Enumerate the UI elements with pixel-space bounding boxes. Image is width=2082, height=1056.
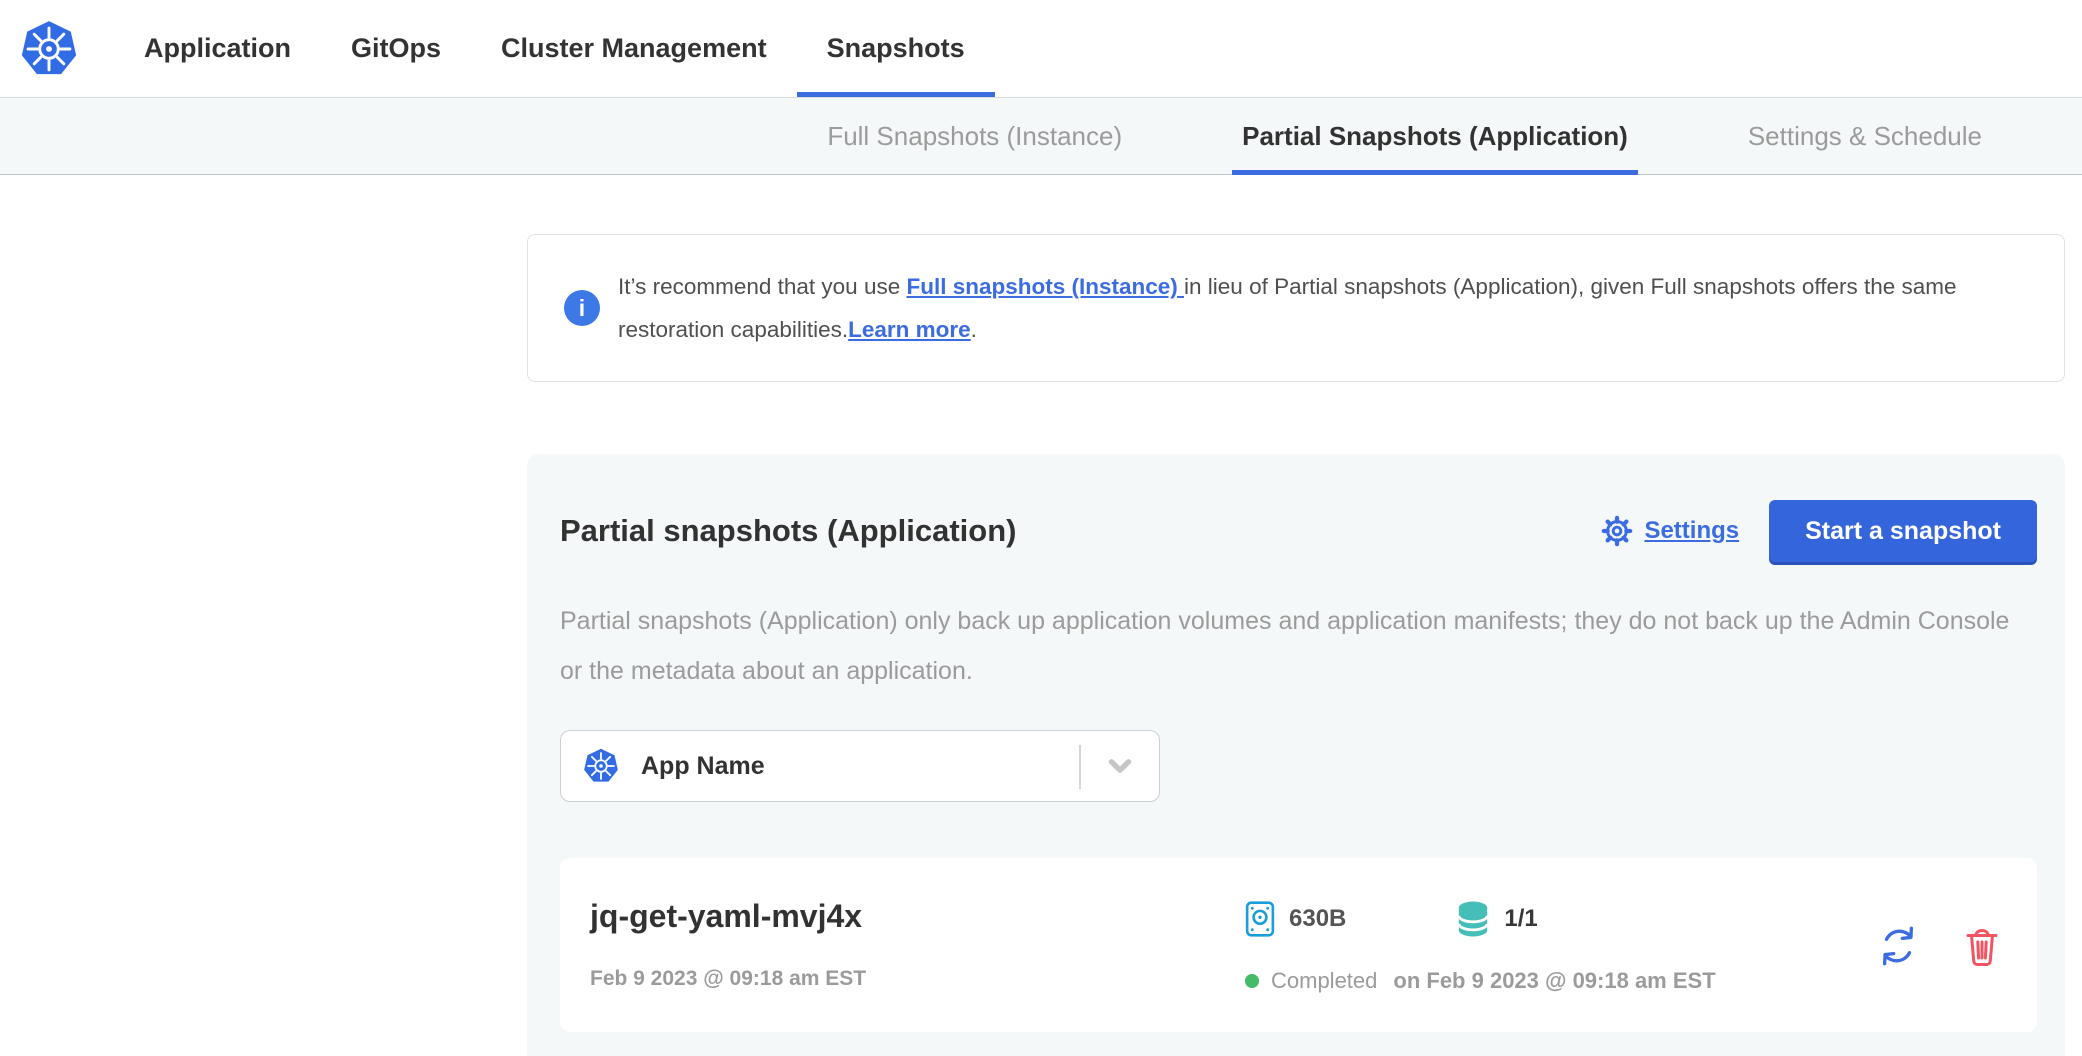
delete-snapshot-button[interactable] xyxy=(1963,925,2001,967)
snapshot-size: 630B xyxy=(1289,905,1346,933)
info-text-end: . xyxy=(971,317,977,342)
panel-description: Partial snapshots (Application) only bac… xyxy=(560,596,2037,696)
snapshot-finished-at: on Feb 9 2023 @ 09:18 am EST xyxy=(1393,968,1715,994)
snapshot-volumes-stat: 1/1 xyxy=(1456,900,1537,938)
app-name-dropdown[interactable]: App Name xyxy=(560,730,1160,802)
sub-tab-bar: Full Snapshots (Instance) Partial Snapsh… xyxy=(0,97,2082,175)
tab-full-snapshots[interactable]: Full Snapshots (Instance) xyxy=(817,98,1132,174)
snapshot-row: jq-get-yaml-mvj4x Feb 9 2023 @ 09:18 am … xyxy=(560,858,2037,1032)
page: Application GitOps Cluster Management Sn… xyxy=(0,0,2082,1056)
status-label: Completed xyxy=(1271,968,1377,994)
snapshot-actions xyxy=(1877,925,2005,967)
status-dot xyxy=(1245,974,1259,988)
snapshot-created-at: Feb 9 2023 @ 09:18 am EST xyxy=(590,967,1245,991)
start-snapshot-button[interactable]: Start a snapshot xyxy=(1769,500,2037,562)
chevron-down-icon xyxy=(1104,750,1136,782)
settings-label: Settings xyxy=(1644,517,1739,545)
tab-settings-schedule[interactable]: Settings & Schedule xyxy=(1738,98,1992,174)
top-nav: Application GitOps Cluster Management Sn… xyxy=(0,0,2082,97)
info-banner: i It’s recommend that you use Full snaps… xyxy=(527,234,2065,382)
restore-icon xyxy=(1877,925,1919,967)
disk-icon xyxy=(1245,901,1275,937)
partial-snapshots-panel: Partial snapshots (Application) Settings xyxy=(527,454,2065,1056)
app-name-value: App Name xyxy=(641,752,765,781)
database-icon xyxy=(1456,900,1490,938)
settings-link[interactable]: Settings xyxy=(1600,514,1739,548)
kubernetes-logo[interactable] xyxy=(20,20,78,78)
restore-snapshot-button[interactable] xyxy=(1877,925,1919,967)
snapshot-status-line: Completed on Feb 9 2023 @ 09:18 am EST xyxy=(1245,968,1877,994)
nav-item-cluster-management[interactable]: Cluster Management xyxy=(471,0,797,97)
snapshot-size-stat: 630B xyxy=(1245,901,1346,937)
snapshot-volumes: 1/1 xyxy=(1504,905,1537,933)
full-snapshots-link[interactable]: Full snapshots (Instance) xyxy=(906,274,1184,299)
gear-icon xyxy=(1600,514,1634,548)
snapshot-name: jq-get-yaml-mvj4x xyxy=(590,898,1245,935)
dropdown-chevron-zone[interactable] xyxy=(1081,731,1159,801)
learn-more-link[interactable]: Learn more xyxy=(848,317,971,342)
trash-icon xyxy=(1963,925,2001,967)
kubernetes-app-icon xyxy=(583,748,619,784)
page-title: Partial snapshots (Application) xyxy=(560,513,1600,549)
snapshot-stats-line: 630B 1/1 xyxy=(1245,900,1877,938)
nav-item-application[interactable]: Application xyxy=(114,0,321,97)
snapshot-info: jq-get-yaml-mvj4x Feb 9 2023 @ 09:18 am … xyxy=(590,898,1245,991)
nav-item-gitops[interactable]: GitOps xyxy=(321,0,471,97)
tab-partial-snapshots[interactable]: Partial Snapshots (Application) xyxy=(1232,98,1638,174)
panel-header: Partial snapshots (Application) Settings xyxy=(560,500,2037,562)
nav-item-snapshots[interactable]: Snapshots xyxy=(797,0,995,97)
main-nav: Application GitOps Cluster Management Sn… xyxy=(114,0,995,97)
snapshot-stats: 630B 1/1 xyxy=(1245,898,1877,994)
main-content: i It’s recommend that you use Full snaps… xyxy=(527,234,2065,1056)
info-text-start: It’s recommend that you use xyxy=(618,274,906,299)
info-icon: i xyxy=(564,290,600,326)
info-banner-text: It’s recommend that you use Full snapsho… xyxy=(618,265,2024,351)
